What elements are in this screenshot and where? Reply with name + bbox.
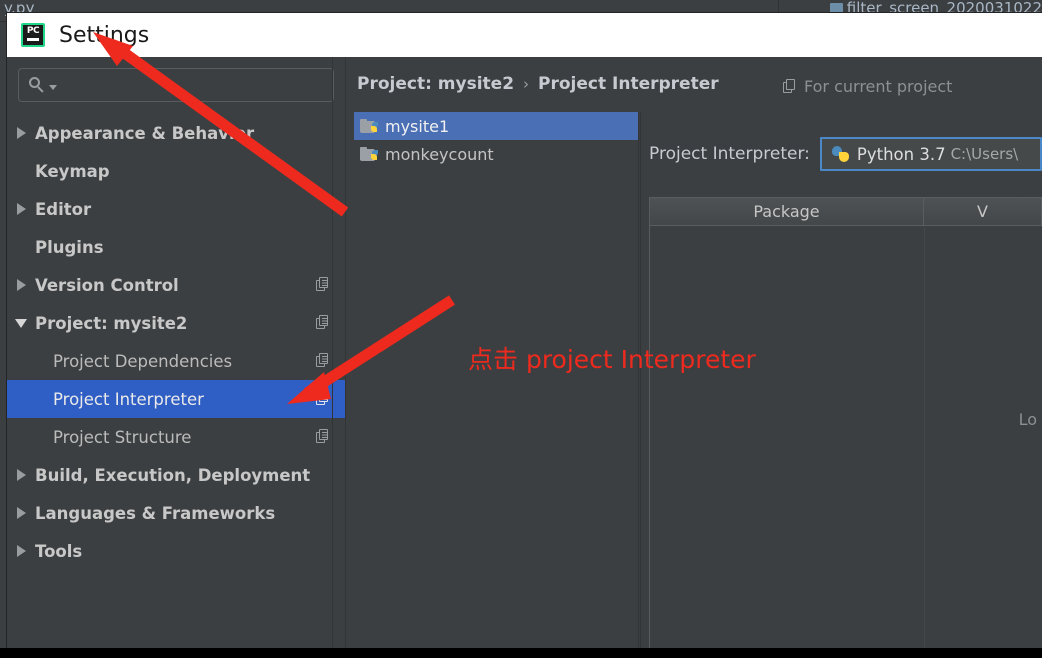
interpreter-row: Project Interpreter: Python 3.7 C:\Users… <box>649 137 1042 171</box>
sidebar-item-keymap[interactable]: Keymap <box>7 152 345 190</box>
sidebar-item-label: Languages & Frameworks <box>35 503 276 523</box>
sidebar-item-label: Project Interpreter <box>53 389 204 409</box>
python-folder-icon <box>360 118 378 134</box>
settings-tree: Appearance & Behavior Keymap Editor Plugins… <box>7 114 345 570</box>
breadcrumb-separator: › <box>523 75 530 93</box>
sidebar-item-label: Appearance & Behavior <box>35 123 255 143</box>
breadcrumb: Project: mysite2 › Project Interpreter <box>357 74 719 94</box>
python-icon <box>831 146 849 162</box>
copy-icon <box>316 429 330 444</box>
sidebar-item-project-structure[interactable]: Project Structure <box>7 418 345 456</box>
column-header-version[interactable]: V <box>924 198 1042 225</box>
project-list-divider <box>640 112 641 650</box>
interpreter-label: Project Interpreter: <box>649 144 810 164</box>
python-folder-icon <box>360 146 378 162</box>
packages-table: Package V Lo <box>649 197 1042 650</box>
sidebar-item-label: Plugins <box>35 237 104 257</box>
packages-table-header: Package V <box>650 198 1042 226</box>
copy-icon <box>316 315 330 330</box>
for-current-project-label: For current project <box>804 77 953 96</box>
sidebar-item-label: Project: mysite2 <box>35 313 188 333</box>
pycharm-logo-bar <box>27 38 39 41</box>
interpreter-path: C:\Users\ <box>950 145 1019 163</box>
settings-content-pane: Project: mysite2 › Project Interpreter F… <box>345 57 1042 650</box>
breadcrumb-parent[interactable]: Project: mysite2 <box>357 74 514 94</box>
sidebar-item-label: Editor <box>35 199 92 219</box>
chevron-right-icon[interactable] <box>7 279 35 291</box>
sidebar-item-build-execution-deployment[interactable]: Build, Execution, Deployment <box>7 456 345 494</box>
packages-table-body[interactable]: Lo <box>650 227 1042 650</box>
column-header-package[interactable]: Package <box>650 198 924 225</box>
breadcrumb-current: Project Interpreter <box>538 74 719 94</box>
search-wrapper <box>7 57 345 102</box>
sidebar-item-project-interpreter[interactable]: Project Interpreter <box>7 380 345 418</box>
packages-column-divider <box>924 227 925 650</box>
sidebar-item-plugins[interactable]: Plugins <box>7 228 345 266</box>
screenshot-root: y.py filter_screen_2020031022 PC Setting… <box>0 0 1042 658</box>
settings-dialog: PC Settings Appearance & Behavior Keymap E… <box>7 13 1042 650</box>
sidebar-item-tools[interactable]: Tools <box>7 532 345 570</box>
copy-icon <box>316 391 330 406</box>
chevron-right-icon[interactable] <box>7 469 35 481</box>
sidebar-item-editor[interactable]: Editor <box>7 190 345 228</box>
chevron-down-icon[interactable] <box>7 318 35 328</box>
chevron-right-icon[interactable] <box>7 203 35 215</box>
sidebar-item-project-dependencies[interactable]: Project Dependencies <box>7 342 345 380</box>
project-list-item[interactable]: monkeycount <box>354 140 638 168</box>
packages-status: Lo <box>1018 410 1037 429</box>
chevron-right-icon[interactable] <box>7 545 35 557</box>
for-current-project[interactable]: For current project <box>783 77 952 96</box>
search-icon <box>29 77 45 93</box>
pycharm-logo-icon: PC <box>21 23 45 47</box>
chevron-right-icon[interactable] <box>7 127 35 139</box>
project-list-item-label: monkeycount <box>385 144 494 164</box>
bottom-black-band <box>0 648 1042 658</box>
dialog-body: Appearance & Behavior Keymap Editor Plugins… <box>7 57 1042 650</box>
sidebar-item-label: Project Structure <box>53 427 192 447</box>
sidebar-item-label: Project Dependencies <box>53 351 233 371</box>
sidebar-item-project-mysite2[interactable]: Project: mysite2 <box>7 304 345 342</box>
settings-sidebar: Appearance & Behavior Keymap Editor Plugins… <box>7 57 345 650</box>
copy-icon <box>316 277 330 292</box>
chevron-right-icon[interactable] <box>7 507 35 519</box>
sidebar-item-languages-frameworks[interactable]: Languages & Frameworks <box>7 494 345 532</box>
sidebar-item-label: Version Control <box>35 275 179 295</box>
interpreter-dropdown[interactable]: Python 3.7 C:\Users\ <box>819 137 1042 171</box>
sidebar-item-version-control[interactable]: Version Control <box>7 266 345 304</box>
chevron-down-icon[interactable] <box>49 85 57 90</box>
search-input[interactable] <box>18 68 334 102</box>
interpreter-name: Python 3.7 <box>856 144 946 164</box>
sidebar-item-label: Keymap <box>35 161 110 181</box>
pycharm-logo-text: PC <box>26 26 40 36</box>
copy-icon <box>783 79 797 94</box>
project-list-item-label: mysite1 <box>385 116 450 136</box>
sidebar-item-label: Build, Execution, Deployment <box>35 465 311 485</box>
dialog-titlebar[interactable]: PC Settings <box>7 13 1042 57</box>
project-list[interactable]: mysite1 monkeycount <box>354 112 639 650</box>
sidebar-divider <box>332 57 333 650</box>
sidebar-item-appearance-behavior[interactable]: Appearance & Behavior <box>7 114 345 152</box>
project-list-item[interactable]: mysite1 <box>354 112 638 140</box>
copy-icon <box>316 353 330 368</box>
sidebar-item-label: Tools <box>35 541 83 561</box>
dialog-title: Settings <box>59 22 150 48</box>
